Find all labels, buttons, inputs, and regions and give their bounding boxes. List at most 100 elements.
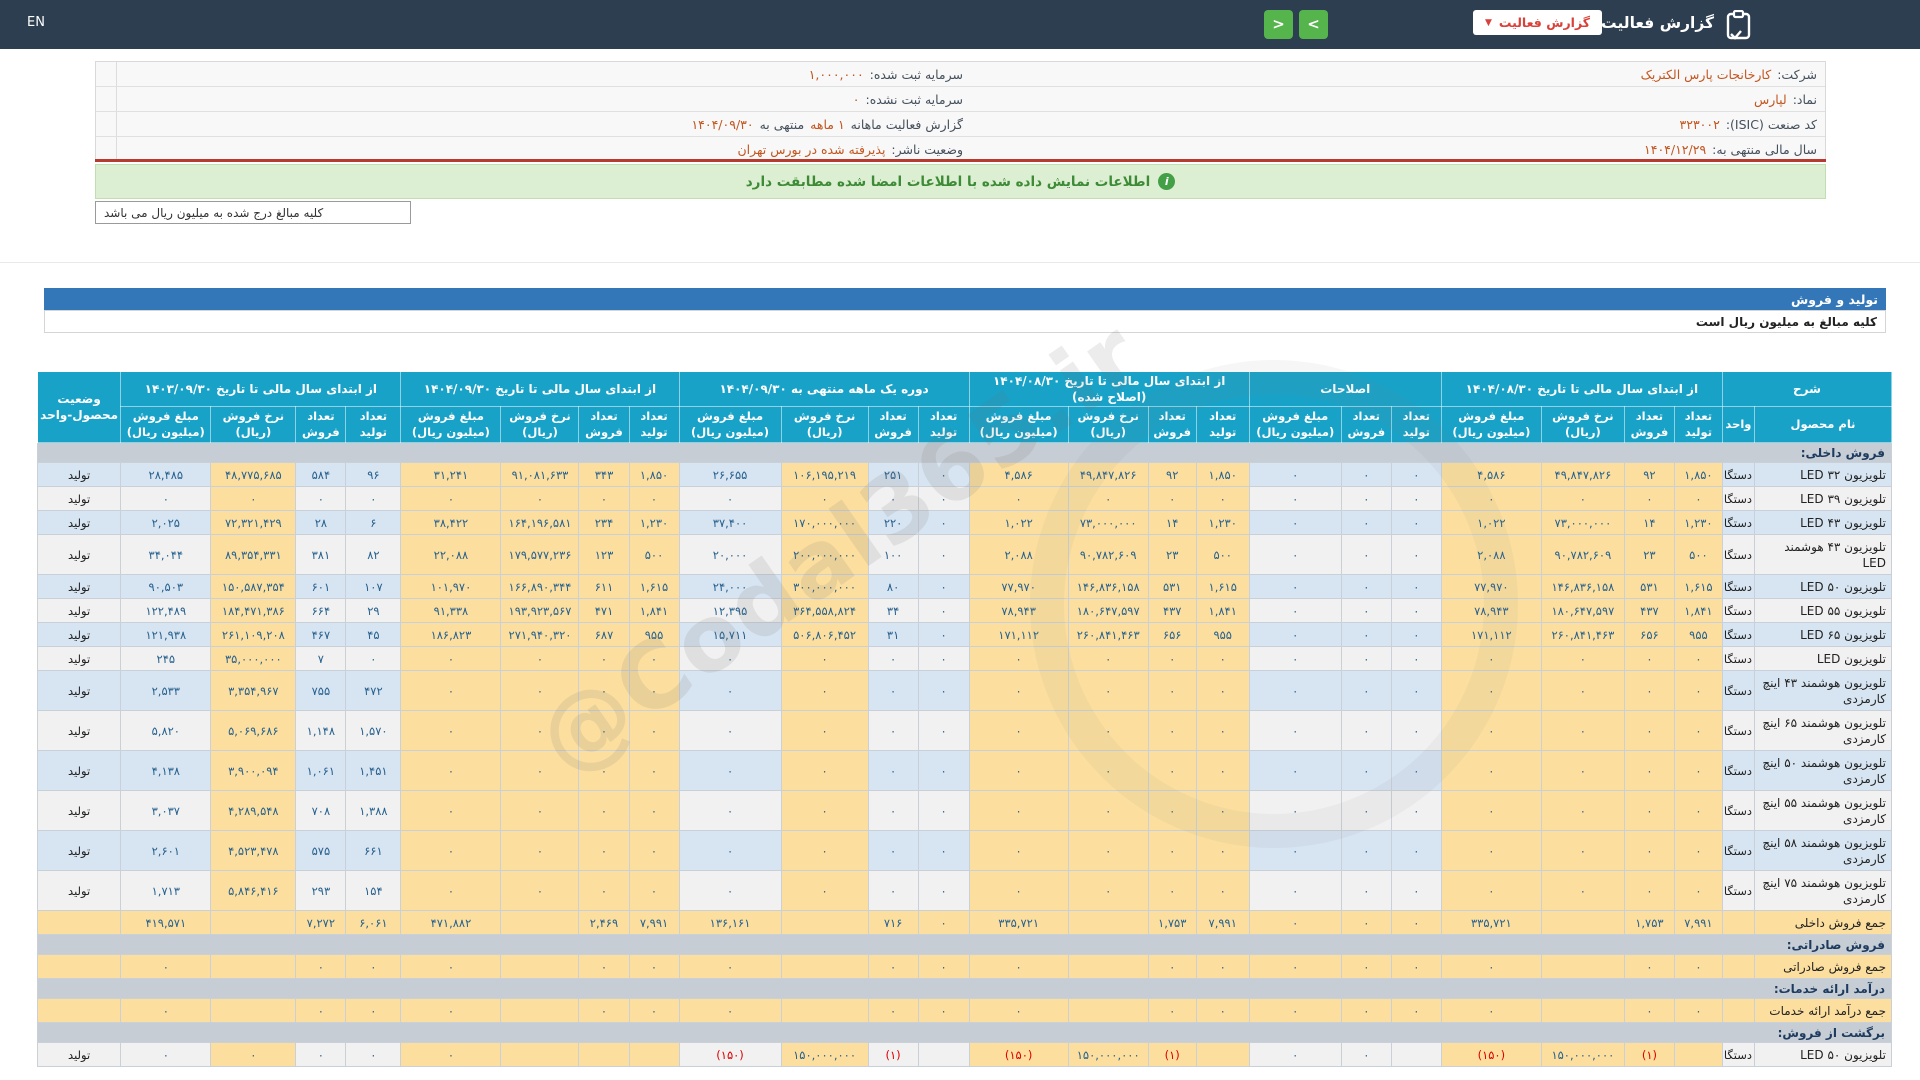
value-cell: ۲,۰۸۸ xyxy=(1441,535,1541,575)
value-cell: ۰ xyxy=(1441,831,1541,871)
value-cell: ۶۶۴ xyxy=(296,599,346,623)
value-cell: ۴,۲۸۹,۵۴۸ xyxy=(211,791,296,831)
previous-report-button[interactable]: < xyxy=(1264,10,1293,39)
value-cell: ۵۰۰ xyxy=(1196,535,1249,575)
value-cell: ۳۷,۴۰۰ xyxy=(679,511,781,535)
table-row: تلویزیون LEDدستگاه۰۰۰۰۰۰۰۰۰۰۰۰۰۰۰۰۰۰۰۰۷۳… xyxy=(38,647,1892,671)
value-cell: ۰ xyxy=(781,751,868,791)
value-cell: ۰ xyxy=(1068,871,1148,911)
sub-column-header: مبلغ فروش (میلیون ریال) xyxy=(679,407,781,443)
language-toggle-en[interactable]: EN xyxy=(27,15,45,30)
value-cell: ۰ xyxy=(579,999,629,1023)
product-name-cell: تلویزیون ۴۳ هوشمند LED xyxy=(1754,535,1891,575)
report-period-label: گزارش فعالیت ماهانه xyxy=(851,117,963,132)
value-cell: ۰ xyxy=(1441,647,1541,671)
value-cell: ۳۴۳ xyxy=(579,463,629,487)
value-cell: ۳۵,۰۰۰,۰۰۰ xyxy=(211,647,296,671)
value-cell: ۰ xyxy=(1341,575,1391,599)
value-cell: ۰ xyxy=(1341,599,1391,623)
value-cell: ۱۸۰,۶۴۷,۵۹۷ xyxy=(1068,599,1148,623)
value-cell: ۰ xyxy=(1341,911,1391,935)
value-cell: ۰ xyxy=(346,487,401,511)
value-cell: ۰ xyxy=(918,671,969,711)
value-cell: ۱,۶۱۵ xyxy=(1674,575,1722,599)
value-cell: ۰ xyxy=(1541,647,1624,671)
value-cell: ۰ xyxy=(501,831,579,871)
info-row: سال مالی منتهی به: ۱۴۰۴/۱۲/۲۹ وضعیت ناشر… xyxy=(96,137,1825,161)
value-cell: ۴۷۲ xyxy=(346,671,401,711)
value-cell: ۲۶,۶۵۵ xyxy=(679,463,781,487)
value-cell: ۰ xyxy=(121,999,211,1023)
value-cell: ۰ xyxy=(1249,711,1341,751)
table-row: تلویزیون هوشمند ۵۰ اینچ کارمزدیدستگاه۰۰۰… xyxy=(38,751,1892,791)
value-cell: ۰ xyxy=(868,791,918,831)
status-cell: تولید xyxy=(38,575,121,599)
section-row: فروش داخلی: xyxy=(38,443,1892,463)
value-cell: ۰ xyxy=(1068,711,1148,751)
value-cell: ۰ xyxy=(1624,999,1674,1023)
value-cell: ۲۸ xyxy=(296,511,346,535)
value-cell: ۵۰۶,۸۰۶,۴۵۲ xyxy=(781,623,868,647)
value-cell: ۰ xyxy=(868,751,918,791)
value-cell: ۰ xyxy=(1249,599,1341,623)
value-cell: ۱۴ xyxy=(1148,511,1196,535)
value-cell: ۰ xyxy=(1624,487,1674,511)
value-cell: ۰ xyxy=(1249,575,1341,599)
product-name-cell: تلویزیون ۶۵ LED xyxy=(1754,623,1891,647)
value-cell: ۰ xyxy=(1068,751,1148,791)
value-cell: ۷۰۸ xyxy=(296,791,346,831)
value-cell: ۰ xyxy=(1541,871,1624,911)
value-cell: ۰ xyxy=(501,671,579,711)
value-cell: ۰ xyxy=(401,871,501,911)
value-cell: ۰ xyxy=(918,999,969,1023)
value-cell: ۰ xyxy=(1674,751,1722,791)
report-period-date: ۱۴۰۴/۰۹/۳۰ xyxy=(691,117,753,132)
value-cell: ۶۱۱ xyxy=(579,575,629,599)
value-cell: ۶۶۱ xyxy=(346,831,401,871)
value-cell: ۰ xyxy=(781,647,868,671)
next-report-button[interactable]: > xyxy=(1299,10,1328,39)
issuer-status-label: وضعیت ناشر: xyxy=(891,142,963,157)
value-cell: ۰ xyxy=(868,831,918,871)
unit-cell: دستگاه xyxy=(1722,1043,1754,1067)
value-cell: ۰ xyxy=(1674,955,1722,979)
value-cell xyxy=(1541,955,1624,979)
fiscal-year-label: سال مالی منتهی به: xyxy=(1712,142,1817,157)
value-cell: ۱,۸۴۱ xyxy=(1674,599,1722,623)
value-cell: ۰ xyxy=(868,871,918,911)
report-period-length: ۱ ماهه xyxy=(810,117,845,132)
group-header: از ابتدای سال مالی تا تاریخ ۱۴۰۳/۰۹/۳۰ xyxy=(121,372,401,407)
chevron-down-icon: ▼ xyxy=(1485,18,1492,28)
value-cell: ۰ xyxy=(1391,463,1441,487)
value-cell: ۰ xyxy=(918,831,969,871)
value-cell: ۹۵۵ xyxy=(1674,623,1722,647)
value-cell: ۲,۵۳۳ xyxy=(121,671,211,711)
value-cell: ۰ xyxy=(1391,575,1441,599)
value-cell: ۰ xyxy=(401,831,501,871)
value-cell: ۲۵۱ xyxy=(868,463,918,487)
value-cell: ۱,۱۴۸ xyxy=(296,711,346,751)
value-cell: ۰ xyxy=(969,647,1068,671)
value-cell: ۰ xyxy=(868,671,918,711)
value-cell: ۰ xyxy=(121,955,211,979)
product-name-cell: تلویزیون ۴۳ LED xyxy=(1754,511,1891,535)
value-cell: ۳۱ xyxy=(868,623,918,647)
value-cell: ۰ xyxy=(868,647,918,671)
value-cell: ۰ xyxy=(1196,791,1249,831)
value-cell: ۰ xyxy=(1341,1043,1391,1067)
unit-cell: دستگاه xyxy=(1722,487,1754,511)
value-cell: ۲۳ xyxy=(1624,535,1674,575)
value-cell: (۱۵۰) xyxy=(679,1043,781,1067)
value-cell: ۱,۴۵۱ xyxy=(346,751,401,791)
sub-column-header: تعداد فروش xyxy=(296,407,346,443)
value-cell: ۰ xyxy=(918,511,969,535)
value-cell: ۰ xyxy=(296,955,346,979)
value-cell: ۰ xyxy=(346,999,401,1023)
value-cell: ۰ xyxy=(1624,871,1674,911)
value-cell: ۰ xyxy=(1148,671,1196,711)
value-cell: ۰ xyxy=(1341,671,1391,711)
value-cell: ۱۸۶,۸۲۳ xyxy=(401,623,501,647)
report-type-dropdown[interactable]: گزارش فعالیت ▼ xyxy=(1473,10,1602,35)
value-cell: ۰ xyxy=(401,955,501,979)
value-cell: ۰ xyxy=(1674,791,1722,831)
